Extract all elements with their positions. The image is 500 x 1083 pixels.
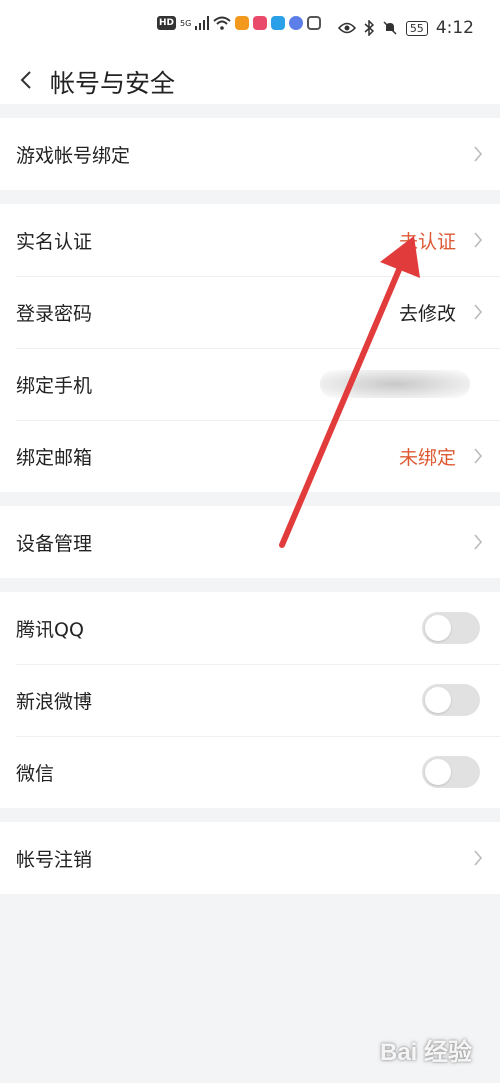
section-account-cancel: 帐号注销 — [0, 822, 500, 894]
section-devices: 设备管理 — [0, 506, 500, 578]
bluetooth-icon — [364, 20, 374, 36]
page-title: 帐号与安全 — [50, 69, 176, 98]
chevron-right-icon — [470, 144, 486, 164]
music-app-icon — [289, 16, 304, 30]
weibo-toggle[interactable] — [422, 684, 480, 716]
toggle-knob — [425, 615, 451, 641]
row-wechat: 微信 — [0, 736, 500, 808]
qq-toggle[interactable] — [422, 612, 480, 644]
status-left-icons: HD 5G — [157, 16, 322, 30]
mute-bell-icon — [383, 21, 397, 35]
wechat-toggle[interactable] — [422, 756, 480, 788]
video-app-icon — [235, 16, 250, 30]
row-label: 绑定邮箱 — [16, 446, 93, 469]
row-label: 绑定手机 — [16, 374, 93, 397]
section-gap — [0, 578, 500, 592]
row-real-name-verification[interactable]: 实名认证 未认证 — [0, 204, 500, 276]
section-linked-accounts: 腾讯QQ 新浪微博 微信 — [0, 592, 500, 808]
chevron-left-icon — [20, 71, 31, 89]
row-bind-phone[interactable]: 绑定手机 — [0, 348, 500, 420]
row-value: 未绑定 — [398, 446, 456, 469]
toggle-knob — [425, 759, 451, 785]
wifi-icon — [213, 16, 231, 30]
row-sina-weibo: 新浪微博 — [0, 664, 500, 736]
row-value: 未认证 — [398, 230, 456, 253]
section-gap — [0, 190, 500, 204]
row-game-account-binding[interactable]: 游戏帐号绑定 — [0, 118, 500, 190]
android-app-icon — [307, 16, 322, 30]
toggle-knob — [425, 687, 451, 713]
eye-icon — [337, 22, 356, 34]
chevron-right-icon — [470, 532, 486, 552]
section-gap — [0, 104, 500, 118]
back-button[interactable] — [14, 62, 38, 98]
network-type: HD — [157, 16, 177, 30]
section-gap — [0, 492, 500, 506]
row-label: 实名认证 — [16, 230, 93, 253]
row-account-cancellation[interactable]: 帐号注销 — [0, 822, 500, 894]
row-value: 去修改 — [398, 302, 456, 325]
row-bind-email[interactable]: 绑定邮箱 未绑定 — [0, 420, 500, 492]
title-bar: 帐号与安全 — [0, 56, 500, 104]
row-tencent-qq: 腾讯QQ — [0, 592, 500, 664]
row-label: 设备管理 — [16, 532, 93, 555]
section-gap — [0, 808, 500, 822]
search-app-icon — [271, 16, 286, 30]
row-label: 腾讯QQ — [16, 618, 84, 641]
battery-indicator: 55 — [405, 20, 428, 36]
status-right-icons: 55 4:12 — [337, 18, 474, 38]
watermark: Bai 经验 — [379, 1039, 472, 1066]
row-label: 微信 — [16, 762, 55, 785]
row-label: 帐号注销 — [16, 848, 93, 871]
row-label: 游戏帐号绑定 — [16, 144, 131, 167]
row-label: 登录密码 — [16, 302, 93, 325]
chevron-right-icon — [470, 446, 486, 466]
clock: 4:12 — [435, 18, 474, 38]
chevron-right-icon — [470, 230, 486, 250]
section-game-binding: 游戏帐号绑定 — [0, 118, 500, 190]
section-account-security: 实名认证 未认证 登录密码 去修改 绑定手机 绑定邮箱 未绑定 — [0, 204, 500, 492]
signal-icon — [195, 16, 210, 30]
chevron-right-icon — [470, 848, 486, 868]
game-app-icon — [253, 16, 268, 30]
status-bar: HD 5G 55 4:12 — [0, 0, 500, 56]
row-login-password[interactable]: 登录密码 去修改 — [0, 276, 500, 348]
signal-type: 5G — [180, 18, 192, 28]
blurred-phone-number — [320, 370, 470, 398]
row-device-management[interactable]: 设备管理 — [0, 506, 500, 578]
chevron-right-icon — [470, 302, 486, 322]
row-label: 新浪微博 — [16, 690, 93, 713]
